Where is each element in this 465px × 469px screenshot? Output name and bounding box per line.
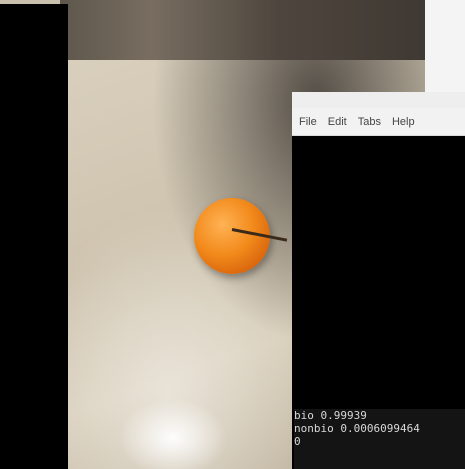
output-line-result: 0 <box>294 435 301 448</box>
output-line-nonbio: nonbio 0.0006099464 <box>294 422 420 435</box>
terminal-titlebar[interactable] <box>292 92 465 108</box>
output-line-bio: bio 0.99939 <box>294 409 367 422</box>
menu-file[interactable]: File <box>299 116 317 128</box>
menu-tabs[interactable]: Tabs <box>358 116 381 128</box>
output-line-partial <box>294 448 465 454</box>
left-black-panel <box>0 4 68 469</box>
menu-edit[interactable]: Edit <box>328 116 347 128</box>
light-reflection <box>118 398 228 469</box>
terminal-menubar: File Edit Tabs Help <box>292 108 465 136</box>
terminal-window[interactable]: File Edit Tabs Help bio 0.99939 nonbio 0… <box>292 92 465 469</box>
menu-help[interactable]: Help <box>392 116 415 128</box>
terminal-output[interactable]: bio 0.99939 nonbio 0.0006099464 0 <box>294 409 465 469</box>
